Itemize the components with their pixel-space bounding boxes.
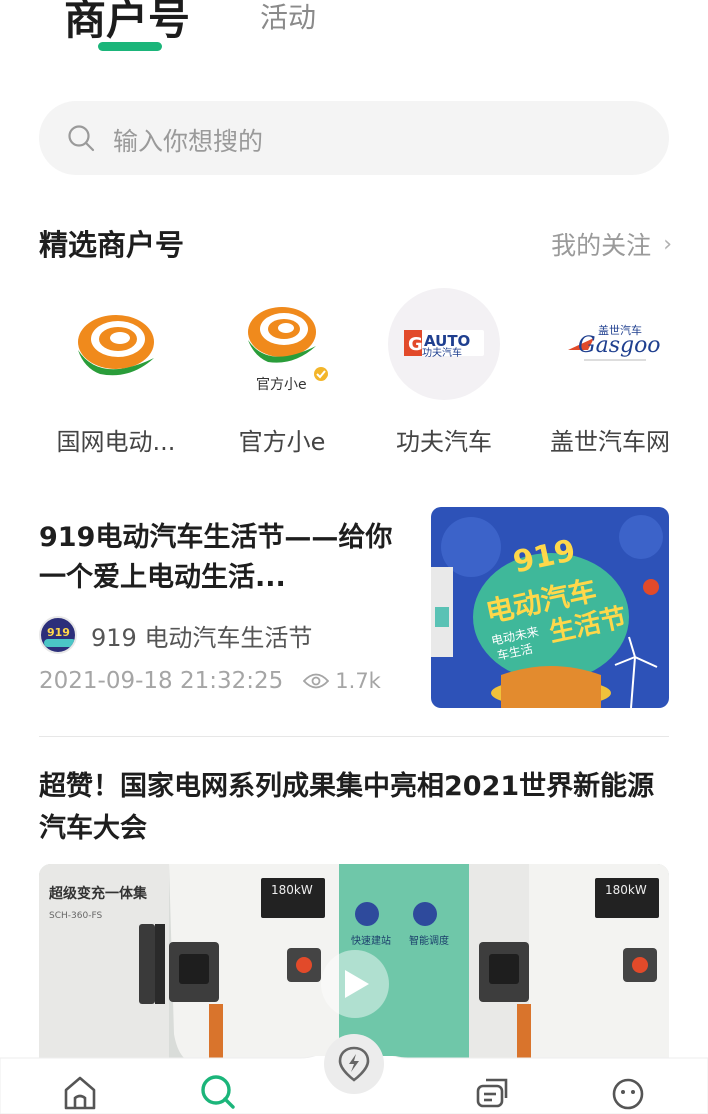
merchant-name: 功夫汽车 <box>396 428 492 456</box>
svg-text:Gasgoo: Gasgoo <box>578 333 661 358</box>
views-count: 1.7k <box>335 669 381 693</box>
author-avatar: 919 <box>39 616 77 654</box>
media-power-2: 180kW <box>605 883 647 897</box>
merchant-item[interactable]: G AUTO 功夫汽车 功夫汽车 <box>360 288 528 468</box>
article-thumbnail[interactable]: 919 电动汽车 生活节 电动未来 车生活 <box>431 507 669 708</box>
tab-merchants[interactable]: 商户号 <box>64 0 190 47</box>
nav-charge-map[interactable] <box>324 1034 384 1094</box>
top-tabs: 商户号 活动 <box>0 0 708 66</box>
tab-active-indicator <box>98 42 162 51</box>
logo-caption: 官方小e <box>256 377 307 393</box>
media-left-label: 超级变充一体集 <box>48 885 148 902</box>
merchant-name: 官方小e <box>238 428 326 456</box>
merchant-list: 国网电动... 官方小e 官方小e G AUTO 功夫汽车 功夫汽车 盖世汽车 … <box>0 288 708 468</box>
merchant-name: 盖世汽车网 <box>550 428 670 456</box>
profile-icon[interactable] <box>608 1072 648 1112</box>
charge-map-icon <box>338 1046 370 1082</box>
eye-icon <box>303 673 330 689</box>
article-title[interactable]: 919电动汽车生活节——给你一个爱上电动生活... <box>39 518 399 598</box>
bottom-nav <box>0 1034 708 1114</box>
merchant-item[interactable]: 盖世汽车 Gasgoo 盖世汽车网 <box>526 288 694 468</box>
merchant-name: 国网电动... <box>56 428 176 456</box>
media-screen-1: 快速建站 <box>351 934 391 947</box>
kungfu-auto-logo-icon: G AUTO 功夫汽车 <box>388 288 500 400</box>
article-meta: 2021-09-18 21:32:25 1.7k <box>39 668 381 694</box>
merchant-item[interactable]: 官方小e 官方小e <box>198 288 366 468</box>
my-follows-link[interactable]: 我的关注 › <box>551 226 672 262</box>
state-grid-logo-icon <box>78 315 154 376</box>
chevron-right-icon: › <box>663 231 672 257</box>
merchant-item[interactable]: 国网电动... <box>32 288 200 468</box>
tab-activities[interactable]: 活动 <box>260 0 316 36</box>
svg-text:SCH-360-FS: SCH-360-FS <box>49 911 102 921</box>
search-icon <box>68 125 95 152</box>
article-author[interactable]: 919 919 电动汽车生活节 <box>39 616 312 654</box>
my-follows-label: 我的关注 <box>551 231 652 260</box>
article-title[interactable]: 超赞！国家电网系列成果集中亮相2021世界新能源汽车大会 <box>39 766 675 850</box>
media-screen-2: 智能调度 <box>409 934 449 947</box>
messages-icon[interactable] <box>472 1072 512 1112</box>
svg-text:功夫汽车: 功夫汽车 <box>422 346 462 359</box>
gasgoo-logo-icon: 盖世汽车 Gasgoo <box>568 323 661 361</box>
article-views: 1.7k <box>303 669 381 693</box>
home-icon[interactable] <box>60 1072 100 1112</box>
search-placeholder: 输入你想搜的 <box>113 127 264 156</box>
article-date: 2021-09-18 21:32:25 <box>39 668 284 694</box>
search-input[interactable]: 输入你想搜的 <box>39 101 669 175</box>
featured-merchants-title: 精选商户号 <box>39 228 185 262</box>
media-power-1: 180kW <box>271 883 313 897</box>
divider <box>39 736 669 737</box>
discover-icon[interactable] <box>198 1072 238 1112</box>
svg-text:G: G <box>408 334 423 355</box>
author-name: 919 电动汽车生活节 <box>91 623 313 652</box>
